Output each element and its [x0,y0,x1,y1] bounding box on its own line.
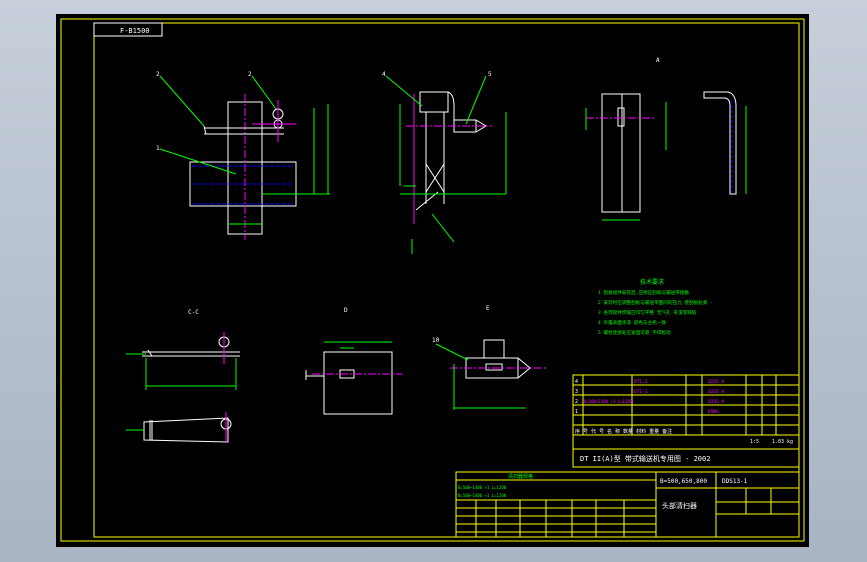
parts-row-3-no: 2 [575,399,578,405]
view-5: D [305,307,402,415]
view-3-label: A [656,57,660,64]
parts-row-4-no: 1 [575,409,578,415]
parts-table: 4 DT1-2 Q235-A 3 DT1-1 Q235-A 2 B=500~14… [572,374,800,450]
parts-row-1-mat: Q235-A [708,379,725,385]
tech-req-line-2: 2 安装时应调整刮板与输送带面间的压力,使刮板贴紧 - [598,299,713,306]
parts-row-2-mat: Q235-A [708,389,725,395]
tech-req-line-5: 5 螺栓连接处应紧固可靠 不得松动 [598,329,671,336]
scale-text: 1:5 [750,439,759,445]
view-5-label: D [344,307,348,314]
view-2: 4 5 [382,71,507,254]
view-4-label: C-C [188,309,199,316]
callout-2: 2 [248,71,252,78]
callout-3: 1 [156,145,160,152]
tech-req-line-3: 3 各焊接件焊缝应均匀平整 无气孔 夹渣等缺陷 [598,309,697,316]
left-block-line-2: B=500~1400 ×1 L=1200 [458,493,507,498]
callout-4: 4 [382,71,386,78]
tech-requirements: 技术要求 1 刮板组件安装后,应保证刮板与输送带接触 2 安装时应调整刮板与输送… [598,278,713,336]
parts-row-1-no: 4 [575,379,578,385]
left-block-line-1: B=500~1400 ×1 L=1200 [458,485,507,490]
tech-req-title: 技术要求 [640,278,664,286]
callout-10: 10 [432,337,440,344]
view-4: C-C [126,309,240,443]
parts-header: 序 号 代 号 名 称 数量 材料 重量 备注 [575,428,672,435]
cad-drawing: F-B1500 2 2 1 4 5 A 技术要求 1 刮板组件安装后,应保证刮板… [60,18,805,542]
view-3: A [585,57,747,221]
left-block-title: 清扫器规格 [508,473,533,480]
parts-row-1-code: DT1-2 [634,379,648,385]
parts-row-4-mat: 65Mn [708,409,719,415]
drawing-code-text: F-B1500 [120,27,150,35]
title-block-title: DT II(A)型 带式输送机专用图 - 2002 [580,454,710,463]
parts-row-2-no: 3 [575,389,578,395]
parts-row-3-code: B=500~1400 ×1 L=1200 [584,399,633,404]
title-block-name: 头部清扫器 [662,501,697,510]
tech-req-line-4: 4 外露表面涂漆 颜色与主机一致 [598,319,666,326]
weight-text: 1.03 kg [772,439,793,445]
view-1: 2 2 1 [156,71,330,240]
tech-req-line-1: 1 刮板组件安装后,应保证刮板与输送带接触 [598,289,689,296]
drawing-sheet: F-B1500 2 2 1 4 5 A 技术要求 1 刮板组件安装后,应保证刮板… [56,14,809,547]
title-block: DT II(A)型 带式输送机专用图 - 2002 B=500,650,800 … [455,448,800,538]
parts-row-2-code: DT1-1 [634,389,648,395]
title-block-widths: B=500,650,800 [660,478,707,485]
view-6-label: E [486,305,490,312]
title-block-drawing-no: DDS13-1 [722,478,748,485]
parts-row-3-mat: Q235-A [708,399,725,405]
callout-1: 2 [156,71,160,78]
callout-5: 5 [488,71,492,78]
view-6: E 10 [432,305,546,410]
